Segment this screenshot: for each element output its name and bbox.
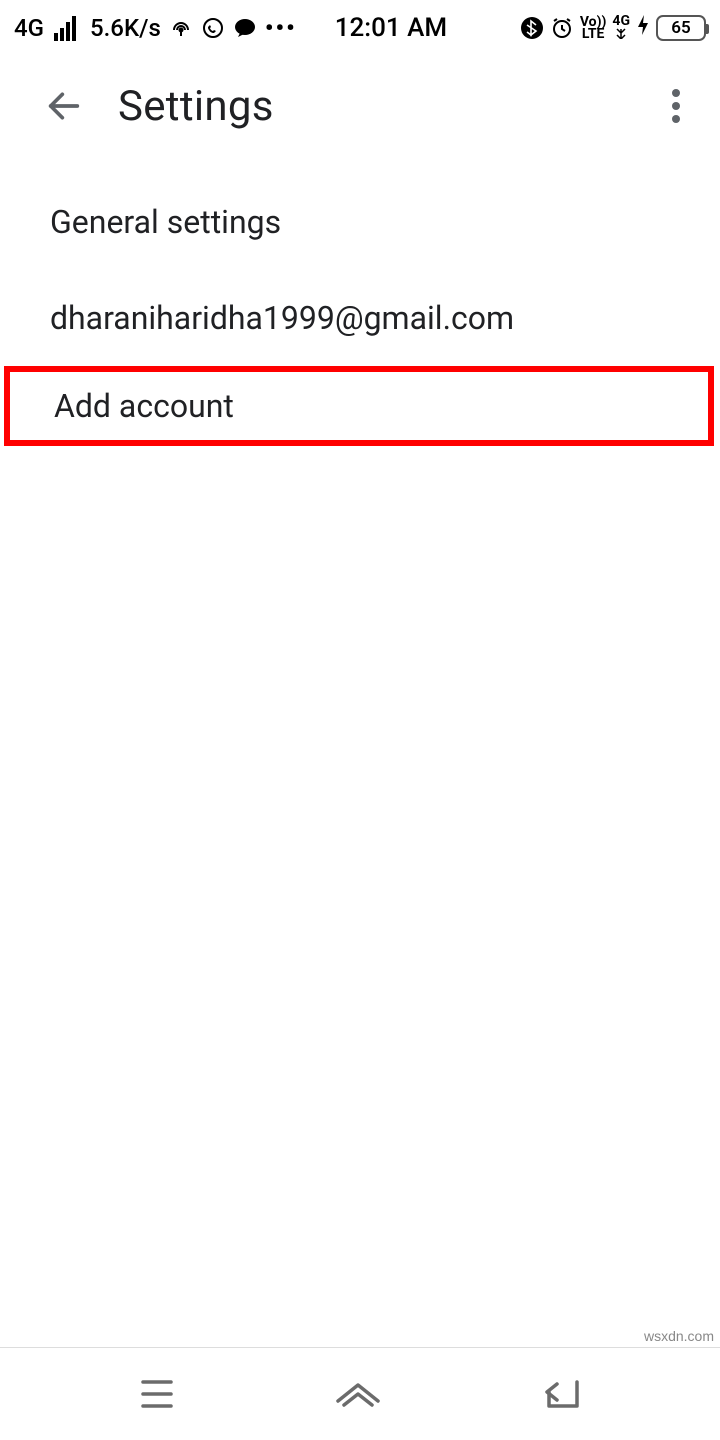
battery-percent: 65 bbox=[671, 18, 690, 38]
status-clock: 12:01 AM bbox=[335, 13, 447, 43]
watermark: wsxdn.com bbox=[644, 1328, 714, 1344]
charging-icon bbox=[636, 13, 650, 43]
alarm-icon bbox=[550, 16, 574, 40]
list-item-label: Add account bbox=[54, 387, 234, 425]
back-nav-button[interactable] bbox=[539, 1376, 583, 1412]
home-button[interactable] bbox=[332, 1377, 384, 1411]
bluetooth-icon bbox=[520, 16, 544, 40]
recent-apps-button[interactable] bbox=[137, 1377, 177, 1411]
signal-4g-icon: 4G bbox=[612, 15, 630, 41]
signal-bars-icon bbox=[54, 16, 76, 41]
page-title: Settings bbox=[118, 82, 274, 131]
list-item-label: dharaniharidha1999@gmail.com bbox=[50, 299, 514, 337]
navigation-bar bbox=[0, 1348, 720, 1440]
list-item-general-settings[interactable]: General settings bbox=[0, 174, 720, 270]
battery-icon: 65 bbox=[656, 15, 706, 41]
overflow-menu-button[interactable] bbox=[652, 82, 700, 130]
list-item-label: General settings bbox=[50, 203, 281, 241]
network-label: 4G bbox=[14, 14, 44, 42]
list-item-account[interactable]: dharaniharidha1999@gmail.com bbox=[0, 270, 720, 366]
back-button[interactable] bbox=[40, 82, 88, 130]
status-bar: 4G 5.6K/s ••• 12:01 AM Vo)) LTE bbox=[0, 0, 720, 56]
more-dots-icon: ••• bbox=[265, 14, 297, 42]
status-left: 4G 5.6K/s ••• 12:01 AM bbox=[14, 13, 447, 43]
net-speed: 5.6K/s bbox=[90, 14, 161, 42]
whatsapp-icon bbox=[201, 16, 225, 40]
app-bar: Settings bbox=[0, 56, 720, 156]
list-item-add-account[interactable]: Add account bbox=[4, 366, 714, 446]
status-right: Vo)) LTE 4G 65 bbox=[520, 13, 706, 43]
chat-bubble-icon bbox=[233, 16, 257, 40]
settings-list: General settings dharaniharidha1999@gmai… bbox=[0, 156, 720, 446]
volte-icon: Vo)) LTE bbox=[580, 16, 607, 40]
hotspot-icon bbox=[169, 16, 193, 40]
